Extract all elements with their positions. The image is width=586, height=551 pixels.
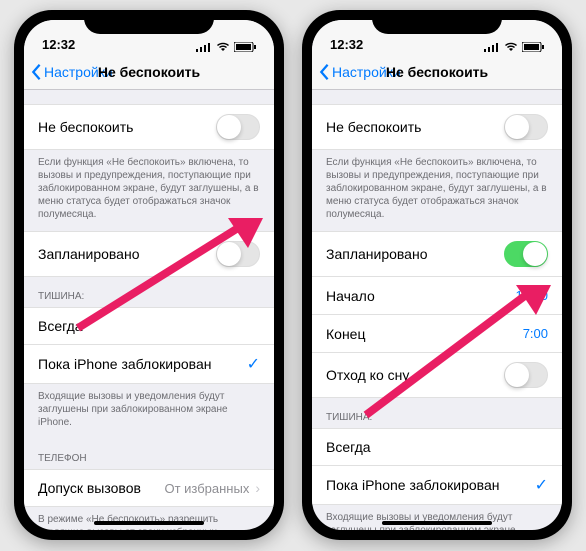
- bedtime-toggle[interactable]: [504, 362, 548, 388]
- dnd-toggle[interactable]: [216, 114, 260, 140]
- end-value: 7:00: [523, 326, 548, 341]
- dnd-row[interactable]: Не беспокоить: [312, 104, 562, 150]
- allow-footer: В режиме «Не беспокоить» разрешить входя…: [24, 507, 274, 530]
- screen: 12:32 Настройки Не беспокоить Не беспоко…: [24, 20, 274, 530]
- wifi-icon: [504, 42, 518, 52]
- signal-icon: [484, 42, 500, 52]
- allow-calls-row[interactable]: Допуск вызовов От избранных ›: [24, 469, 274, 507]
- status-time: 12:32: [330, 37, 363, 52]
- always-label: Всегда: [326, 439, 371, 455]
- always-row[interactable]: Всегда: [24, 307, 274, 345]
- back-chevron-icon: [318, 63, 330, 81]
- back-chevron-icon: [30, 63, 42, 81]
- home-indicator[interactable]: [382, 521, 492, 525]
- scheduled-row[interactable]: Запланировано: [24, 231, 274, 277]
- silence-header: ТИШИНА:: [312, 398, 562, 428]
- home-indicator[interactable]: [94, 521, 204, 525]
- dnd-footer: Если функция «Не беспокоить» включена, т…: [312, 150, 562, 231]
- locked-row[interactable]: Пока iPhone заблокирован ✓: [312, 466, 562, 505]
- bedtime-label: Отход ко сну: [326, 367, 409, 383]
- notch: [84, 10, 214, 34]
- scheduled-label: Запланировано: [38, 246, 140, 262]
- dnd-footer: Если функция «Не беспокоить» включена, т…: [24, 150, 274, 231]
- start-value: 17:00: [515, 288, 548, 303]
- nav-bar: Настройки Не беспокоить: [24, 54, 274, 90]
- scheduled-label: Запланировано: [326, 246, 428, 262]
- battery-icon: [234, 42, 256, 52]
- silence-header: ТИШИНА:: [24, 277, 274, 307]
- screen: 12:32 Настройки Не беспокоить Не беспоко…: [312, 20, 562, 530]
- phone-left: 12:32 Настройки Не беспокоить Не беспоко…: [14, 10, 284, 540]
- wifi-icon: [216, 42, 230, 52]
- phone-right: 12:32 Настройки Не беспокоить Не беспоко…: [302, 10, 572, 540]
- start-row[interactable]: Начало 17:00: [312, 277, 562, 315]
- page-title: Не беспокоить: [386, 64, 488, 80]
- always-label: Всегда: [38, 318, 83, 334]
- check-icon: ✓: [535, 475, 548, 495]
- scheduled-row[interactable]: Запланировано: [312, 231, 562, 277]
- locked-label: Пока iPhone заблокирован: [38, 356, 211, 372]
- chevron-right-icon: ›: [255, 480, 260, 496]
- content[interactable]: Не беспокоить Если функция «Не беспокоит…: [312, 90, 562, 530]
- bedtime-row[interactable]: Отход ко сну: [312, 353, 562, 398]
- end-label: Конец: [326, 326, 365, 342]
- scheduled-toggle[interactable]: [216, 241, 260, 267]
- check-icon: ✓: [247, 354, 260, 374]
- locked-label: Пока iPhone заблокирован: [326, 477, 499, 493]
- phone-header: ТЕЛЕФОН: [24, 439, 274, 469]
- battery-icon: [522, 42, 544, 52]
- page-title: Не беспокоить: [98, 64, 200, 80]
- notch: [372, 10, 502, 34]
- allow-label: Допуск вызовов: [38, 480, 141, 496]
- signal-icon: [196, 42, 212, 52]
- always-row[interactable]: Всегда: [312, 428, 562, 466]
- end-row[interactable]: Конец 7:00: [312, 315, 562, 353]
- dnd-label: Не беспокоить: [38, 119, 133, 135]
- dnd-row[interactable]: Не беспокоить: [24, 104, 274, 150]
- silence-footer: Входящие вызовы и уведомления будут загл…: [312, 505, 562, 530]
- silence-footer: Входящие вызовы и уведомления будут загл…: [24, 384, 274, 439]
- scheduled-toggle[interactable]: [504, 241, 548, 267]
- status-time: 12:32: [42, 37, 75, 52]
- dnd-toggle[interactable]: [504, 114, 548, 140]
- nav-bar: Настройки Не беспокоить: [312, 54, 562, 90]
- status-right: [196, 42, 256, 52]
- content[interactable]: Не беспокоить Если функция «Не беспокоит…: [24, 90, 274, 530]
- dnd-label: Не беспокоить: [326, 119, 421, 135]
- locked-row[interactable]: Пока iPhone заблокирован ✓: [24, 345, 274, 384]
- allow-value: От избранных: [164, 481, 249, 496]
- start-label: Начало: [326, 288, 375, 304]
- status-right: [484, 42, 544, 52]
